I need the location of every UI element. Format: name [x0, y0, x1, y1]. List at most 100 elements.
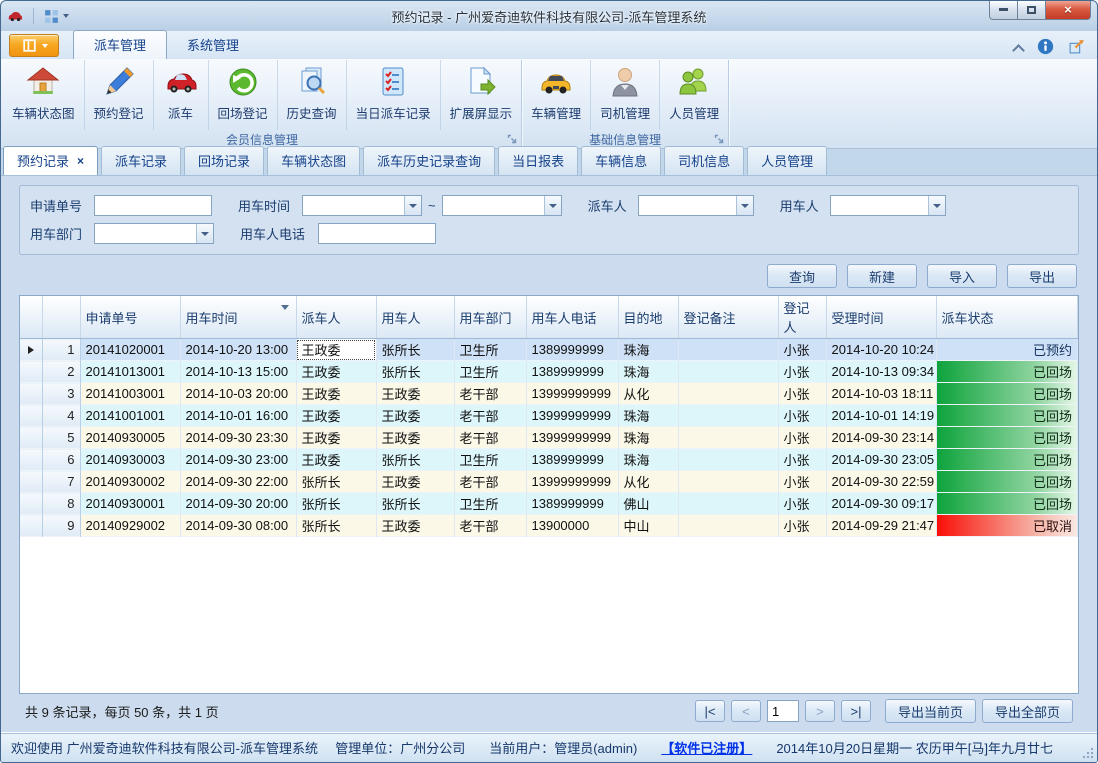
col-dispatcher[interactable]: 派车人 — [296, 296, 376, 339]
cell-order-no[interactable]: 20140929002 — [80, 515, 180, 537]
use-time-from-combo[interactable] — [302, 195, 422, 216]
table-row[interactable]: 6 20140930003 2014-09-30 23:00 王政委 张所长 卫… — [20, 449, 1078, 471]
tab-return-records[interactable]: 回场记录 — [184, 146, 264, 175]
cell-order-no[interactable]: 20140930005 — [80, 427, 180, 449]
row-indicator[interactable] — [20, 471, 42, 493]
cell-dept[interactable]: 卫生所 — [454, 361, 526, 383]
cell-use-time[interactable]: 2014-09-30 23:30 — [180, 427, 296, 449]
page-input[interactable] — [767, 700, 799, 722]
ribbon-vehicle-status-button[interactable]: 车辆状态图 — [3, 60, 85, 130]
cell-accept-time[interactable]: 2014-09-30 23:14 — [826, 427, 936, 449]
info-icon[interactable] — [1037, 38, 1054, 55]
col-destination[interactable]: 目的地 — [618, 296, 678, 339]
license-link[interactable]: 【软件已注册】 — [661, 738, 752, 757]
col-dispatch-status[interactable]: 派车状态 — [936, 296, 1078, 339]
cell-user[interactable]: 王政委 — [376, 427, 454, 449]
ribbon-today-dispatch-button[interactable]: 当日派车记录 — [347, 60, 441, 130]
cell-user[interactable]: 王政委 — [376, 405, 454, 427]
cell-phone[interactable]: 13999999999 — [526, 405, 618, 427]
cell-order-no[interactable]: 20141003001 — [80, 383, 180, 405]
cell-accept-time[interactable]: 2014-10-13 09:34 — [826, 361, 936, 383]
first-page-button[interactable]: |< — [695, 700, 725, 722]
cell-dept[interactable]: 老干部 — [454, 427, 526, 449]
import-button[interactable]: 导入 — [927, 264, 997, 288]
prev-page-button[interactable]: < — [731, 700, 761, 722]
chevron-down-icon[interactable] — [736, 196, 753, 215]
next-page-button[interactable]: > — [805, 700, 835, 722]
cell-user[interactable]: 张所长 — [376, 339, 454, 361]
cell-phone[interactable]: 1389999999 — [526, 339, 618, 361]
ribbon-dispatch-button[interactable]: 派车 — [154, 60, 209, 130]
cell-use-time[interactable]: 2014-09-30 23:00 — [180, 449, 296, 471]
cell-registrar[interactable]: 小张 — [778, 427, 826, 449]
cell-accept-time[interactable]: 2014-10-03 18:11 — [826, 383, 936, 405]
cell-dispatcher[interactable]: 张所长 — [296, 493, 376, 515]
table-row[interactable]: 3 20141003001 2014-10-03 20:00 王政委 王政委 老… — [20, 383, 1078, 405]
phone-input[interactable] — [318, 223, 436, 244]
col-user[interactable]: 用车人 — [376, 296, 454, 339]
cell-destination[interactable]: 从化 — [618, 383, 678, 405]
cell-dispatch-status[interactable]: 已回场 — [936, 427, 1078, 449]
cell-user[interactable]: 张所长 — [376, 361, 454, 383]
cell-phone[interactable]: 13999999999 — [526, 471, 618, 493]
col-dept[interactable]: 用车部门 — [454, 296, 526, 339]
cell-registrar[interactable]: 小张 — [778, 515, 826, 537]
dialog-launcher-icon[interactable] — [507, 134, 518, 145]
col-order-no[interactable]: 申请单号 — [80, 296, 180, 339]
minimize-button[interactable] — [989, 1, 1018, 20]
row-indicator[interactable] — [20, 449, 42, 471]
tab-dispatch-records[interactable]: 派车记录 — [101, 146, 181, 175]
row-indicator[interactable] — [20, 361, 42, 383]
cell-remark[interactable] — [678, 427, 778, 449]
cell-remark[interactable] — [678, 493, 778, 515]
row-indicator[interactable] — [20, 383, 42, 405]
maximize-button[interactable] — [1018, 1, 1046, 20]
cell-destination[interactable]: 珠海 — [618, 339, 678, 361]
ribbon-reservation-register-button[interactable]: 预约登记 — [85, 60, 154, 130]
ribbon-tab-system-mgmt[interactable]: 系统管理 — [167, 31, 259, 59]
cell-registrar[interactable]: 小张 — [778, 449, 826, 471]
table-row[interactable]: 4 20141001001 2014-10-01 16:00 王政委 王政委 老… — [20, 405, 1078, 427]
cell-dispatcher[interactable]: 王政委 — [296, 427, 376, 449]
table-row[interactable]: 7 20140930002 2014-09-30 22:00 张所长 王政委 老… — [20, 471, 1078, 493]
tab-dispatch-history-query[interactable]: 派车历史记录查询 — [363, 146, 495, 175]
row-indicator[interactable] — [20, 493, 42, 515]
ribbon-history-query-button[interactable]: 历史查询 — [278, 60, 347, 130]
cell-use-time[interactable]: 2014-10-13 15:00 — [180, 361, 296, 383]
cell-remark[interactable] — [678, 339, 778, 361]
quick-access-button[interactable] — [40, 7, 72, 26]
ribbon-personnel-mgmt-button[interactable]: 人员管理 — [660, 60, 728, 130]
tab-vehicle-status[interactable]: 车辆状态图 — [267, 146, 360, 175]
cell-remark[interactable] — [678, 471, 778, 493]
cell-remark[interactable] — [678, 405, 778, 427]
cell-order-no[interactable]: 20140930001 — [80, 493, 180, 515]
ribbon-tab-dispatch-mgmt[interactable]: 派车管理 — [73, 30, 167, 59]
table-row[interactable]: 9 20140929002 2014-09-30 08:00 张所长 王政委 老… — [20, 515, 1078, 537]
cell-destination[interactable]: 从化 — [618, 471, 678, 493]
collapse-ribbon-icon[interactable] — [1014, 44, 1023, 53]
cell-dispatch-status[interactable]: 已预约 — [936, 339, 1078, 361]
cell-remark[interactable] — [678, 361, 778, 383]
cell-dept[interactable]: 老干部 — [454, 383, 526, 405]
cell-dispatcher[interactable]: 王政委 — [296, 383, 376, 405]
cell-phone[interactable]: 13900000 — [526, 515, 618, 537]
cell-dispatcher[interactable]: 王政委 — [296, 449, 376, 471]
chevron-down-icon[interactable] — [544, 196, 561, 215]
cell-dispatch-status[interactable]: 已回场 — [936, 471, 1078, 493]
ribbon-return-register-button[interactable]: 回场登记 — [209, 60, 278, 130]
cell-phone[interactable]: 13999999999 — [526, 383, 618, 405]
cell-destination[interactable]: 珠海 — [618, 361, 678, 383]
cell-dispatch-status[interactable]: 已回场 — [936, 383, 1078, 405]
tab-personnel-mgmt[interactable]: 人员管理 — [747, 146, 827, 175]
cell-dept[interactable]: 卫生所 — [454, 493, 526, 515]
cell-remark[interactable] — [678, 383, 778, 405]
cell-accept-time[interactable]: 2014-09-30 23:05 — [826, 449, 936, 471]
ribbon-driver-mgmt-button[interactable]: 司机管理 — [591, 60, 660, 130]
cell-user[interactable]: 王政委 — [376, 471, 454, 493]
cell-registrar[interactable]: 小张 — [778, 405, 826, 427]
switch-window-icon[interactable] — [1068, 38, 1085, 55]
chevron-down-icon[interactable] — [928, 196, 945, 215]
application-menu-button[interactable] — [9, 34, 59, 57]
cell-use-time[interactable]: 2014-10-01 16:00 — [180, 405, 296, 427]
col-remark[interactable]: 登记备注 — [678, 296, 778, 339]
